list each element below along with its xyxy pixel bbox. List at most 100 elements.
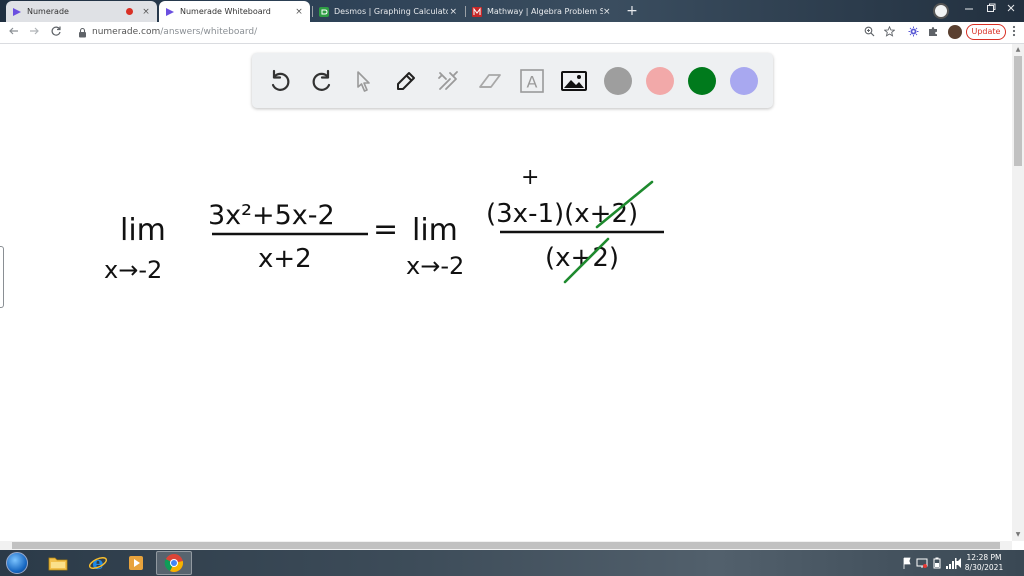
lim-label-2: lim [412,213,458,248]
vertical-scrollbar[interactable]: ▲ ▼ [1012,44,1024,541]
whiteboard-toolbar: A [252,53,773,108]
color-swatch-lavender[interactable] [730,67,758,95]
numerade-favicon-icon [12,7,22,17]
scroll-up-icon[interactable]: ▲ [1012,44,1024,56]
more-vert-icon [1012,25,1016,37]
reload-icon [51,26,61,36]
tab-close-icon[interactable]: × [603,7,611,17]
extension-gear-button[interactable] [906,26,920,40]
pointer-icon [357,71,370,92]
tab-close-icon[interactable]: × [141,7,151,17]
tab-strip: Numerade × Numerade Whiteboard × Desmos … [0,0,1024,22]
pointer-tool-button[interactable] [349,66,379,96]
tools-button[interactable] [433,66,463,96]
taskbar-media-player[interactable] [118,551,154,575]
redo-icon [312,69,331,91]
tab-numerade-whiteboard[interactable]: Numerade Whiteboard × [159,1,310,22]
chrome-icon [164,554,184,572]
crosshair-cursor: + [521,165,539,190]
new-tab-button[interactable]: + [624,3,640,19]
restore-icon [987,3,996,12]
lock-icon[interactable] [78,27,87,38]
browser-toolbar: numerade.com/answers/whiteboard/ [0,22,1024,44]
recording-indicator-icon [126,8,133,15]
flag-icon[interactable] [902,556,912,570]
puzzle-icon [928,27,937,36]
tab-label: Numerade Whiteboard [180,7,271,16]
browser-menu-button[interactable] [1010,24,1018,40]
arrow-right-icon [30,27,39,35]
media-icon [129,556,143,570]
zoom-icon [864,26,874,37]
ie-icon: e [88,553,108,573]
taskbar-chrome[interactable] [156,551,192,575]
taskbar-internet-explorer[interactable]: e [80,551,116,575]
denominator-1: x+2 [258,244,312,274]
lim-subscript-2: x→-2 [406,252,464,280]
back-button[interactable] [6,25,22,41]
whiteboard-canvas[interactable]: lim x→-2 3x²+5x-2 x+2 = lim x→-2 (3x-1)(… [0,44,1012,541]
clock-date: 8/30/2021 [964,563,1004,572]
math-ink-layer: lim x→-2 3x²+5x-2 x+2 = lim x→-2 (3x-1)(… [104,165,664,284]
image-icon [561,71,587,91]
windows-taskbar: e 12:28 PM 8/30/2021 [0,550,1024,576]
mathway-favicon-icon [472,6,482,17]
color-swatch-green[interactable] [688,67,716,95]
network-monitor-icon[interactable] [916,556,928,570]
recording-camera-icon[interactable] [933,3,949,19]
close-icon [1007,4,1015,12]
tools-icon [438,71,458,90]
denominator-2: (x+2) [545,243,619,273]
eraser-tool-button[interactable] [475,66,505,96]
numerator-2: (3x-1)(x+2) [486,199,638,229]
color-swatch-pink[interactable] [646,67,674,95]
equals-sign: = [373,212,398,247]
horizontal-scroll-thumb[interactable] [12,542,1000,549]
desmos-favicon-icon [319,6,329,17]
tab-label: Mathway | Algebra Problem Solver [487,7,603,16]
bookmark-button[interactable] [882,25,896,40]
horizontal-scrollbar[interactable] [0,541,1012,550]
profile-avatar[interactable] [948,25,962,39]
tab-close-icon[interactable]: × [448,7,458,17]
url-host: numerade.com [92,27,161,37]
extensions-button[interactable] [926,26,940,40]
image-tool-button[interactable] [559,66,589,96]
update-button[interactable]: Update [966,24,1006,40]
tab-numerade[interactable]: Numerade × [6,1,157,22]
star-icon [883,25,895,37]
battery-icon[interactable] [932,556,942,570]
pen-tool-button[interactable] [391,66,421,96]
tab-label: Desmos | Graphing Calculator [334,7,449,16]
taskbar-explorer[interactable] [40,551,76,575]
close-window-button[interactable] [996,0,1024,22]
eraser-icon [479,74,501,88]
forward-button[interactable] [26,25,42,41]
tab-mathway[interactable]: Mathway | Algebra Problem Solver × [466,1,617,22]
lim-subscript-1: x→-2 [104,256,162,284]
address-bar[interactable]: numerade.com/answers/whiteboard/ [92,27,257,37]
pen-icon [397,72,415,90]
color-swatch-gray[interactable] [604,67,632,95]
undo-button[interactable] [265,66,295,96]
start-button[interactable] [6,552,28,574]
tab-desmos[interactable]: Desmos | Graphing Calculator × [313,1,464,22]
scroll-down-icon[interactable]: ▼ [1012,529,1024,541]
zoom-button[interactable] [862,26,876,40]
url-path: /answers/whiteboard/ [160,27,258,37]
undo-icon [271,69,290,91]
tab-close-icon[interactable]: × [294,7,304,17]
text-icon: A [520,69,544,93]
redo-button[interactable] [307,66,337,96]
tab-label: Numerade [27,7,69,16]
text-tool-glyph: A [527,73,538,92]
clock-time: 12:28 PM [966,553,1002,562]
svg-text:e: e [92,553,103,573]
vertical-scroll-thumb[interactable] [1014,56,1022,166]
gear-icon [908,26,918,37]
reload-button[interactable] [48,25,64,41]
system-clock[interactable]: 12:28 PM 8/30/2021 [962,553,1006,573]
numerade-favicon-icon [165,7,175,17]
minimize-icon [965,8,973,10]
text-tool-button[interactable]: A [517,66,547,96]
